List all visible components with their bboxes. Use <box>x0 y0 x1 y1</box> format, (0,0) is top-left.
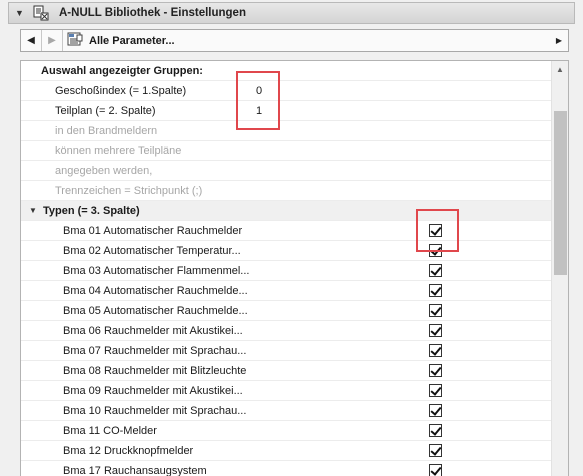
note-row: in den Brandmeldern <box>21 121 551 141</box>
type-label: Bma 01 Automatischer Rauchmelder <box>63 224 243 237</box>
type-checkbox[interactable] <box>429 384 442 397</box>
type-label: Bma 04 Automatischer Rauchmelde... <box>63 284 248 297</box>
note-text: in den Brandmeldern <box>55 124 158 137</box>
param-label: Geschoßindex (= 1.Spalte) <box>55 84 187 97</box>
param-label: Teilplan (= 2. Spalte) <box>55 104 156 117</box>
vertical-scrollbar[interactable]: ▲ <box>551 61 568 476</box>
parameter-list[interactable]: Auswahl angezeigter Gruppen: Geschoßinde… <box>20 60 569 476</box>
note-text: Trennzeichen = Strichpunkt (;) <box>55 184 203 197</box>
parameter-list-icon <box>67 32 83 49</box>
triangle-down-icon[interactable]: ▼ <box>15 8 29 18</box>
type-checkbox[interactable] <box>429 364 442 377</box>
type-label: Bma 17 Rauchansaugsystem <box>63 464 207 476</box>
panel-title: A-NULL Bibliothek - Einstellungen <box>59 7 246 19</box>
forward-arrow-icon: ▶ <box>48 35 56 46</box>
param-value-field[interactable]: 0 <box>256 85 262 97</box>
group-label: Typen (= 3. Spalte) <box>43 204 140 217</box>
dropdown-label: Alle Parameter... <box>89 34 175 47</box>
type-row[interactable]: Bma 09 Rauchmelder mit Akustikei... <box>21 381 551 401</box>
panel-header[interactable]: ▼ A-NULL Bibliothek - Einstellungen <box>8 2 575 24</box>
note-text: können mehrere Teilpläne <box>55 144 182 157</box>
group-header-types[interactable]: ▼ Typen (= 3. Spalte) <box>21 201 551 221</box>
note-row: Trennzeichen = Strichpunkt (;) <box>21 181 551 201</box>
back-arrow-icon: ◀ <box>27 35 35 46</box>
type-row[interactable]: Bma 17 Rauchansaugsystem <box>21 461 551 476</box>
type-label: Bma 10 Rauchmelder mit Sprachau... <box>63 404 247 417</box>
type-label: Bma 05 Automatischer Rauchmelde... <box>63 304 248 317</box>
type-row[interactable]: Bma 10 Rauchmelder mit Sprachau... <box>21 401 551 421</box>
type-row[interactable]: Bma 07 Rauchmelder mit Sprachau... <box>21 341 551 361</box>
type-checkbox[interactable] <box>429 224 442 237</box>
type-row[interactable]: Bma 02 Automatischer Temperatur... <box>21 241 551 261</box>
type-checkbox[interactable] <box>429 264 442 277</box>
param-row-geschossindex[interactable]: Geschoßindex (= 1.Spalte) 0 <box>21 81 551 101</box>
library-settings-icon <box>33 5 49 21</box>
type-label: Bma 02 Automatischer Temperatur... <box>63 244 241 257</box>
group-header-selection: Auswahl angezeigter Gruppen: <box>21 61 551 81</box>
back-button[interactable]: ◀ <box>21 30 42 51</box>
type-row[interactable]: Bma 06 Rauchmelder mit Akustikei... <box>21 321 551 341</box>
type-label: Bma 09 Rauchmelder mit Akustikei... <box>63 384 243 397</box>
type-row[interactable]: Bma 08 Rauchmelder mit Blitzleuchte <box>21 361 551 381</box>
forward-button[interactable]: ▶ <box>42 30 63 51</box>
chevron-right-icon: ▶ <box>555 36 562 45</box>
type-checkbox[interactable] <box>429 464 442 476</box>
type-checkbox[interactable] <box>429 244 442 257</box>
group-label: Auswahl angezeigter Gruppen: <box>41 64 203 77</box>
type-label: Bma 12 Druckknopfmelder <box>63 444 194 457</box>
triangle-down-icon[interactable]: ▼ <box>29 206 37 215</box>
type-row[interactable]: Bma 05 Automatischer Rauchmelde... <box>21 301 551 321</box>
type-checkbox[interactable] <box>429 324 442 337</box>
note-row: können mehrere Teilpläne <box>21 141 551 161</box>
scroll-up-icon[interactable]: ▲ <box>556 65 564 74</box>
scrollbar-thumb[interactable] <box>554 111 567 275</box>
param-row-teilplan[interactable]: Teilplan (= 2. Spalte) 1 <box>21 101 551 121</box>
type-checkbox[interactable] <box>429 444 442 457</box>
type-label: Bma 06 Rauchmelder mit Akustikei... <box>63 324 243 337</box>
type-checkbox[interactable] <box>429 344 442 357</box>
type-row[interactable]: Bma 12 Druckknopfmelder <box>21 441 551 461</box>
type-checkbox[interactable] <box>429 284 442 297</box>
type-row[interactable]: Bma 03 Automatischer Flammenmel... <box>21 261 551 281</box>
type-label: Bma 11 CO-Melder <box>63 424 157 437</box>
note-text: angegeben werden, <box>55 164 153 177</box>
type-label: Bma 03 Automatischer Flammenmel... <box>63 264 250 277</box>
type-row[interactable]: Bma 11 CO-Melder <box>21 421 551 441</box>
type-checkbox[interactable] <box>429 424 442 437</box>
param-value-field[interactable]: 1 <box>256 105 262 117</box>
type-label: Bma 08 Rauchmelder mit Blitzleuchte <box>63 364 247 377</box>
parameter-set-dropdown[interactable]: Alle Parameter... ▶ <box>63 30 568 51</box>
type-checkbox[interactable] <box>429 304 442 317</box>
note-row: angegeben werden, <box>21 161 551 181</box>
type-row[interactable]: Bma 04 Automatischer Rauchmelde... <box>21 281 551 301</box>
type-row[interactable]: Bma 01 Automatischer Rauchmelder <box>21 221 551 241</box>
type-checkbox[interactable] <box>429 404 442 417</box>
parameter-toolbar: ◀ ▶ Alle Parameter... ▶ <box>20 29 569 52</box>
type-label: Bma 07 Rauchmelder mit Sprachau... <box>63 344 247 357</box>
